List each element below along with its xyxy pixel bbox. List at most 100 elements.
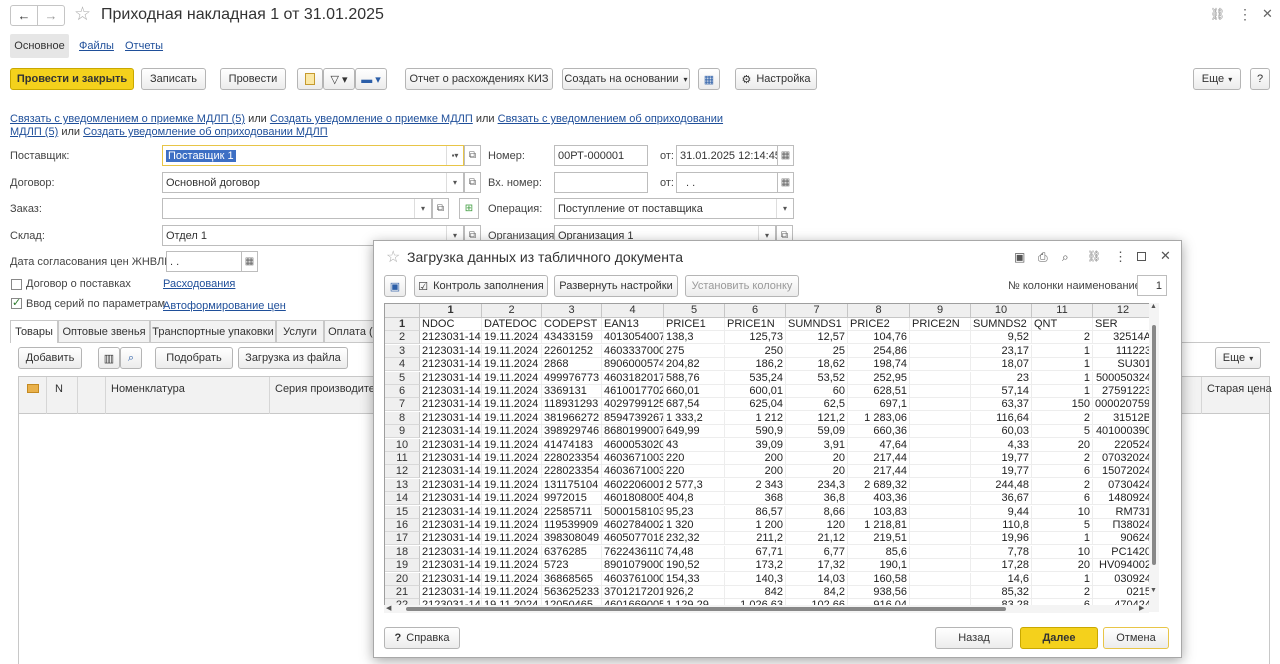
grid-cell[interactable]: 74,48 — [664, 545, 725, 559]
grid-cell[interactable]: 39,09 — [725, 438, 786, 452]
grid-cell[interactable]: 20 — [1032, 438, 1093, 452]
grid-cell[interactable]: 2123031-14 — [420, 465, 482, 479]
grid-col-header[interactable]: 7 — [786, 304, 848, 318]
grid-cell[interactable]: 23,17 — [971, 344, 1032, 358]
grid-cell[interactable] — [910, 505, 971, 519]
grid-cell[interactable] — [910, 385, 971, 398]
grid-cell[interactable] — [910, 519, 971, 532]
grid-cell[interactable]: 15072024 — [1093, 465, 1154, 479]
grid-row-header[interactable]: 10 — [385, 438, 420, 452]
grid-cell[interactable] — [910, 425, 971, 439]
grid-cell[interactable]: 220 — [664, 465, 725, 479]
grid-cell[interactable]: 85,32 — [971, 586, 1032, 599]
grid-cell[interactable]: 1 — [1032, 532, 1093, 546]
grid-cell[interactable]: 217,44 — [848, 465, 910, 479]
grid-cell[interactable]: 31512B — [1093, 411, 1154, 425]
grid-cell[interactable]: 9,52 — [971, 331, 1032, 345]
more-icon[interactable]: ⋮ — [1114, 249, 1127, 265]
grid-row-header[interactable]: 11 — [385, 452, 420, 465]
close-icon[interactable]: ✕ — [1262, 6, 1273, 22]
col-nomenclature[interactable]: Номенклатура — [111, 383, 185, 395]
grid-cell[interactable]: 2 — [1032, 478, 1093, 492]
grid-cell[interactable]: 030924 — [1093, 572, 1154, 586]
grid-cell[interactable] — [910, 545, 971, 559]
grid-cell[interactable]: 57,14 — [971, 385, 1032, 398]
grid-cell[interactable]: 90624 — [1093, 532, 1154, 546]
grid-cell[interactable]: 46033370000 — [602, 344, 664, 358]
grid-cell[interactable]: 368 — [725, 492, 786, 506]
grid-cell[interactable]: 19.11.2024 0. — [482, 478, 542, 492]
grid-cell[interactable]: П38024 — [1093, 519, 1154, 532]
grid-cell[interactable]: 2123031-14 — [420, 519, 482, 532]
grid-cell[interactable]: 9,44 — [971, 505, 1032, 519]
grid-cell[interactable]: 07032024 — [1093, 452, 1154, 465]
in-number-field[interactable] — [554, 172, 648, 193]
grid-cell[interactable]: 19.11.2024 0. — [482, 398, 542, 412]
calendar-icon[interactable]: ▦ — [777, 145, 794, 166]
grid-cell[interactable]: 23 — [971, 371, 1032, 385]
grid-row-header[interactable]: 13 — [385, 478, 420, 492]
create-based-button[interactable]: Создать на основании ▾ — [562, 68, 690, 90]
open-icon[interactable]: ⧉ — [432, 198, 449, 219]
series-input-checkbox[interactable]: ✓ — [11, 298, 22, 309]
grid-cell[interactable]: 2 — [1032, 452, 1093, 465]
grid-cell[interactable]: SU301 — [1093, 358, 1154, 372]
grid-col-header[interactable]: 6 — [725, 304, 786, 318]
grid-cell[interactable]: 173,2 — [725, 559, 786, 573]
calendar-icon[interactable]: ▦ — [777, 172, 794, 193]
grid-cell[interactable]: 842 — [725, 586, 786, 599]
grid-cell[interactable]: 220 — [664, 452, 725, 465]
grid-cell[interactable]: 46050770182 — [602, 532, 664, 546]
grid-cell[interactable]: 1 283,06 — [848, 411, 910, 425]
grid-cell[interactable]: 84,2 — [786, 586, 848, 599]
grid-cell[interactable]: 186,2 — [725, 358, 786, 372]
grid-cell[interactable]: 8,66 — [786, 505, 848, 519]
grid-row-header[interactable]: 7 — [385, 398, 420, 412]
link-icon[interactable]: ⛓ — [1087, 250, 1101, 263]
pick-button[interactable]: Подобрать — [155, 347, 233, 369]
grid-cell[interactable]: 1 — [1032, 344, 1093, 358]
grid-cell[interactable]: 938,56 — [848, 586, 910, 599]
grid-cell[interactable]: 50001581036 — [602, 505, 664, 519]
grid-col-header[interactable]: 1 — [420, 304, 482, 318]
grid-row-header[interactable]: 6 — [385, 385, 420, 398]
in-date-field[interactable]: . . — [676, 172, 778, 193]
grid-cell[interactable] — [910, 492, 971, 506]
grid-col-header[interactable]: 12 — [1093, 304, 1154, 318]
grid-cell[interactable]: RM731 — [1093, 505, 1154, 519]
grid-cell[interactable]: 3369131 — [542, 385, 602, 398]
grid-cell[interactable] — [910, 331, 971, 345]
grid-cell[interactable]: 5 — [1032, 519, 1093, 532]
grid-hscroll[interactable]: ◀ ▶ — [384, 605, 1149, 613]
grid-cell[interactable]: NDOC — [420, 318, 482, 331]
grid-row-header[interactable]: 16 — [385, 519, 420, 532]
grid-cell[interactable]: 1 320 — [664, 519, 725, 532]
grid-cell[interactable]: 2123031-14 — [420, 344, 482, 358]
check-fill-button[interactable]: ☑ Контроль заполнения — [414, 275, 548, 297]
grid-cell[interactable]: 18,07 — [971, 358, 1032, 372]
grid-cell[interactable]: 1 — [1032, 371, 1093, 385]
grid-cell[interactable]: SUMNDS2 — [971, 318, 1032, 331]
grid-row-header[interactable]: 14 — [385, 492, 420, 506]
grid-cell[interactable]: HV094002 — [1093, 559, 1154, 573]
add-button[interactable]: Добавить — [18, 347, 82, 369]
grid-cell[interactable]: 131175104 — [542, 478, 602, 492]
col-name-field[interactable]: 1 — [1137, 275, 1167, 296]
back-button[interactable]: ← — [10, 5, 38, 26]
grid-cell[interactable]: 10 — [1032, 505, 1093, 519]
grid-row-header[interactable]: 3 — [385, 344, 420, 358]
grid-cell[interactable]: 17,28 — [971, 559, 1032, 573]
grid-row-header[interactable]: 1 — [385, 318, 420, 331]
forward-button[interactable]: → — [37, 5, 65, 26]
grid-cell[interactable]: 37012172015 — [602, 586, 664, 599]
grid-cell[interactable]: 46036710036 — [602, 452, 664, 465]
grid-row-header[interactable]: 15 — [385, 505, 420, 519]
hscroll-thumb[interactable] — [406, 607, 1006, 611]
grid-cell[interactable] — [910, 465, 971, 479]
grid-cell[interactable]: 19.11.2024 0. — [482, 586, 542, 599]
grid-vscroll[interactable]: ▲ ▼ — [1149, 303, 1159, 612]
link-mdlp-count[interactable]: МДЛП (5) — [10, 126, 58, 138]
grid-cell[interactable]: 254,86 — [848, 344, 910, 358]
autoprice-link[interactable]: Автоформирование цен — [163, 300, 286, 312]
grid-cell[interactable]: 0730424 — [1093, 478, 1154, 492]
